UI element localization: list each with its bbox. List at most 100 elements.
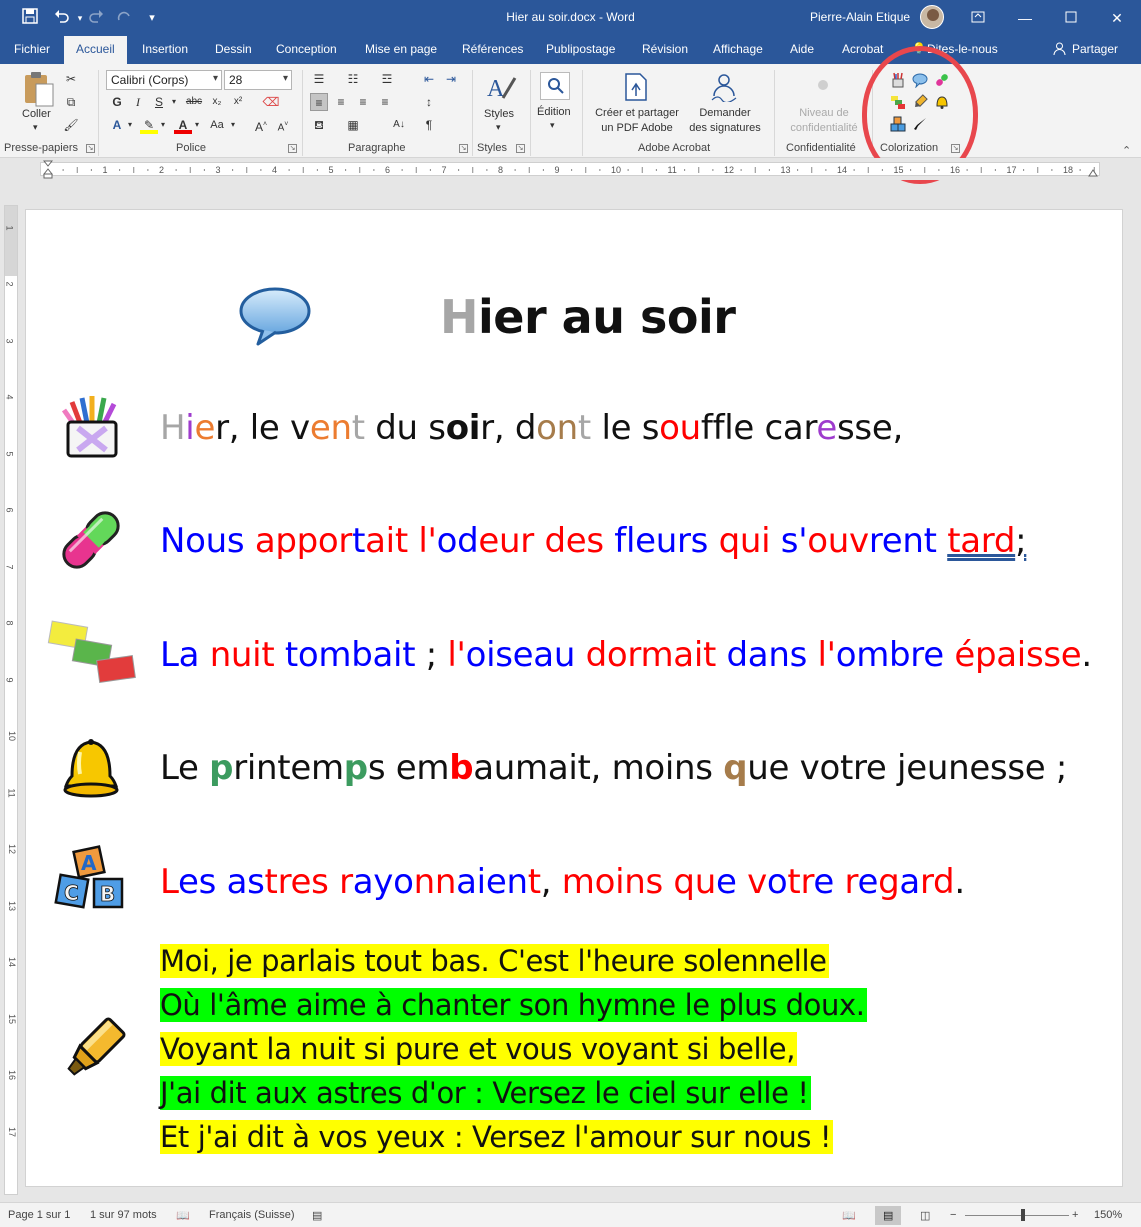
tab-accueil[interactable]: Accueil bbox=[64, 36, 127, 64]
copy-icon[interactable]: ⧉ bbox=[62, 93, 80, 111]
language-indicator[interactable]: Français (Suisse) bbox=[209, 1209, 295, 1221]
zoom-slider-track[interactable] bbox=[965, 1215, 1069, 1216]
zoom-slider-thumb[interactable] bbox=[1021, 1209, 1025, 1221]
tab-affichage[interactable]: Affichage bbox=[713, 42, 763, 56]
poem-line-5[interactable]: Les astres rayonnaient, moins que votre … bbox=[160, 862, 965, 902]
numbering-icon[interactable]: ☷ bbox=[344, 70, 362, 88]
stanza-line-4[interactable]: J'ai dit aux astres d'or : Versez le cie… bbox=[160, 1076, 811, 1110]
syllable-span: l' bbox=[418, 521, 437, 561]
align-left-icon[interactable]: ≡ bbox=[310, 93, 328, 111]
right-indent-marker-icon[interactable] bbox=[1088, 166, 1098, 178]
font-size-combo[interactable]: 28 ▾ bbox=[224, 70, 292, 90]
page-count[interactable]: Page 1 sur 1 bbox=[8, 1209, 70, 1221]
tab-mise-en-page[interactable]: Mise en page bbox=[365, 42, 437, 56]
paste-dropdown-icon[interactable]: ▾ bbox=[33, 120, 38, 135]
italic-icon[interactable]: I bbox=[129, 93, 147, 111]
shading-icon[interactable]: ⛾ bbox=[310, 116, 328, 134]
text-effects-dropdown-icon[interactable]: ▾ bbox=[121, 116, 139, 134]
word-count[interactable]: 1 sur 97 mots bbox=[90, 1209, 157, 1221]
macro-icon[interactable]: ▤ bbox=[312, 1209, 322, 1222]
create-pdf-icon[interactable] bbox=[622, 72, 650, 102]
syllable-span: o bbox=[659, 408, 680, 448]
increase-indent-icon[interactable]: ⇥ bbox=[442, 70, 460, 88]
stanza-line-1[interactable]: Moi, je parlais tout bas. C'est l'heure … bbox=[160, 944, 829, 978]
styles-launcher-icon[interactable]: ↘ bbox=[516, 144, 525, 153]
poem-line-1[interactable]: Hier, le vent du soir, dont le souffle c… bbox=[160, 408, 903, 448]
underline-dropdown-icon[interactable]: ▾ bbox=[165, 93, 183, 111]
clipboard-launcher-icon[interactable]: ↘ bbox=[86, 144, 95, 153]
multilevel-list-icon[interactable]: ☲ bbox=[378, 70, 396, 88]
tab-dessin[interactable]: Dessin bbox=[215, 42, 252, 56]
find-icon[interactable] bbox=[540, 72, 570, 100]
poem-line-2[interactable]: Nous apportait l'odeur des fleurs qui s'… bbox=[160, 521, 1027, 561]
styles-icon[interactable]: A bbox=[485, 72, 517, 104]
grow-font-icon[interactable]: A˄ bbox=[252, 116, 270, 134]
font-launcher-icon[interactable]: ↘ bbox=[288, 144, 297, 153]
stanza-line-5[interactable]: Et j'ai dit à vos yeux : Versez l'amour … bbox=[160, 1120, 834, 1154]
show-formatting-icon[interactable]: ¶ bbox=[420, 116, 438, 134]
font-name-combo[interactable]: Calibri (Corps) ▾ bbox=[106, 70, 222, 90]
paragraph-launcher-icon[interactable]: ↘ bbox=[459, 144, 468, 153]
ribbon-display-options-icon[interactable] bbox=[963, 6, 993, 30]
close-icon[interactable]: ✕ bbox=[1102, 6, 1132, 30]
stanza-line-3[interactable]: Voyant la nuit si pure et vous voyant si… bbox=[160, 1032, 798, 1066]
tab-revision[interactable]: Révision bbox=[642, 42, 688, 56]
avatar[interactable] bbox=[920, 5, 944, 29]
superscript-icon[interactable]: x² bbox=[229, 93, 247, 111]
tab-aide[interactable]: Aide bbox=[790, 42, 814, 56]
horizontal-ruler[interactable]: 1 2 3 4 5 6 7 8 9 10 11 12 13 14 15 16 17 18 bbox=[0, 158, 1141, 180]
tab-publipostage[interactable]: Publipostage bbox=[546, 42, 615, 56]
justify-icon[interactable]: ≡ bbox=[376, 93, 394, 111]
clear-formatting-icon[interactable]: ⌫ bbox=[262, 93, 280, 111]
tab-references[interactable]: Références bbox=[462, 42, 523, 56]
zoom-level[interactable]: 150% bbox=[1094, 1209, 1122, 1221]
svg-text:A: A bbox=[487, 76, 505, 102]
share-button[interactable]: Partager bbox=[1072, 42, 1118, 56]
tab-insertion[interactable]: Insertion bbox=[142, 42, 188, 56]
poem-line-3[interactable]: La nuit tombait ; l'oiseau dormait dans … bbox=[160, 635, 1092, 675]
letter-span: q bbox=[723, 748, 748, 788]
poem-title[interactable]: Hier au soir bbox=[440, 290, 736, 344]
subscript-icon[interactable]: x₂ bbox=[208, 93, 226, 111]
change-case-dropdown-icon[interactable]: ▾ bbox=[224, 116, 242, 134]
bold-icon[interactable]: G bbox=[108, 93, 126, 111]
tab-acrobat[interactable]: Acrobat bbox=[842, 42, 883, 56]
print-layout-icon[interactable]: ▤ bbox=[875, 1206, 901, 1225]
align-right-icon[interactable]: ≡ bbox=[354, 93, 372, 111]
request-signature-icon[interactable] bbox=[708, 72, 740, 104]
cut-icon[interactable]: ✂ bbox=[62, 70, 80, 88]
vertical-ruler[interactable]: 1 2 3 4 5 6 7 8 9 10 11 12 13 14 15 16 17 bbox=[4, 205, 18, 1195]
shrink-font-icon[interactable]: A˅ bbox=[274, 116, 292, 134]
poem-line-4[interactable]: Le printemps embaumait, moins que votre … bbox=[160, 748, 1067, 788]
web-layout-icon[interactable]: ◫ bbox=[920, 1209, 930, 1222]
strikethrough-icon[interactable]: abc bbox=[185, 93, 203, 111]
indent-marker-icon[interactable] bbox=[42, 160, 54, 180]
proofing-icon[interactable]: 📖 bbox=[176, 1209, 190, 1222]
styles-dropdown-icon[interactable]: ▾ bbox=[496, 120, 501, 135]
read-mode-icon[interactable]: 📖 bbox=[842, 1209, 856, 1222]
stanza-line-2[interactable]: Où l'âme aime à chanter son hymne le plu… bbox=[160, 988, 867, 1022]
minimize-icon[interactable]: — bbox=[1010, 6, 1040, 30]
user-name[interactable]: Pierre-Alain Etique bbox=[810, 10, 910, 24]
share-icon[interactable] bbox=[1053, 42, 1066, 58]
align-center-icon[interactable]: ≡ bbox=[332, 93, 350, 111]
zoom-out-icon[interactable]: − bbox=[950, 1209, 956, 1221]
editing-dropdown-icon[interactable]: ▾ bbox=[550, 118, 555, 133]
paste-icon[interactable] bbox=[22, 70, 56, 108]
borders-icon[interactable]: ▦ bbox=[344, 116, 362, 134]
tab-fichier[interactable]: Fichier bbox=[14, 42, 50, 56]
font-color-dropdown-icon[interactable]: ▾ bbox=[188, 116, 206, 134]
tab-conception[interactable]: Conception bbox=[276, 42, 337, 56]
decrease-indent-icon[interactable]: ⇤ bbox=[420, 70, 438, 88]
sort-icon[interactable]: A↓ bbox=[390, 116, 408, 134]
format-painter-icon[interactable]: 🖌 bbox=[62, 116, 80, 134]
letter-span: . bbox=[954, 862, 965, 902]
line-spacing-icon[interactable]: ↕ bbox=[420, 93, 438, 111]
create-pdf-button[interactable]: Créer et partager un PDF Adobe bbox=[592, 106, 682, 136]
collapse-ribbon-icon[interactable]: ⌃ bbox=[1122, 144, 1131, 157]
maximize-icon[interactable] bbox=[1056, 6, 1086, 30]
request-signatures-button[interactable]: Demander des signatures bbox=[682, 106, 768, 136]
zoom-in-icon[interactable]: + bbox=[1072, 1209, 1078, 1221]
bullets-icon[interactable]: ☰ bbox=[310, 70, 328, 88]
highlight-dropdown-icon[interactable]: ▾ bbox=[154, 116, 172, 134]
